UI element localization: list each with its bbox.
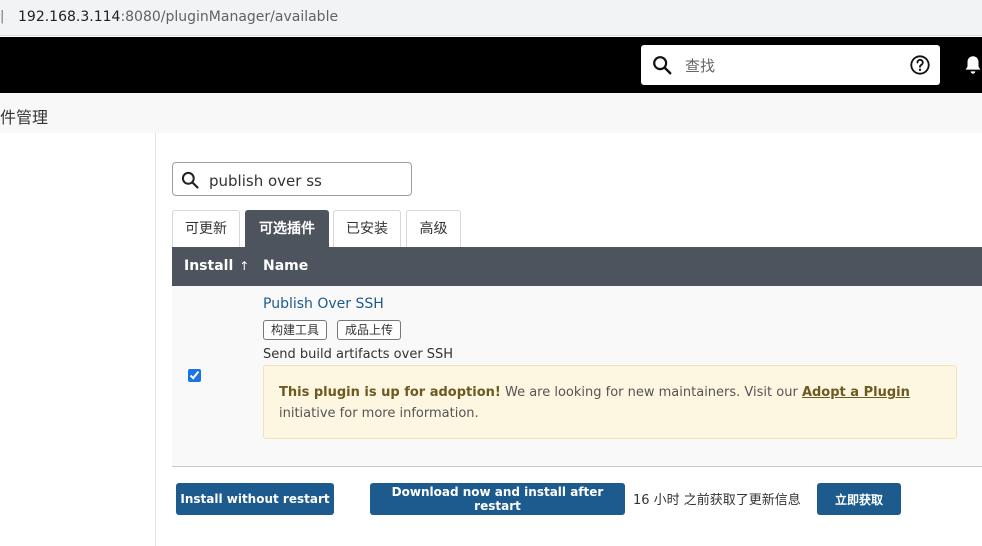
breadcrumb-bar: 件管理 bbox=[0, 93, 982, 133]
sort-arrow-icon: ↑ bbox=[239, 259, 250, 273]
adopt-a-plugin-link[interactable]: Adopt a Plugin bbox=[802, 385, 910, 400]
plugin-table-header: Install ↑ Name bbox=[172, 247, 982, 286]
help-icon[interactable] bbox=[909, 54, 931, 76]
browser-address-bar[interactable]: | 192.168.3.114:8080/pluginManager/avail… bbox=[0, 0, 982, 36]
table-row: Publish Over SSH 构建工具 成品上传 Send build ar… bbox=[172, 286, 982, 467]
url-path: :8080/pluginManager/available bbox=[120, 9, 339, 25]
search-icon bbox=[653, 56, 672, 75]
plugin-tag[interactable]: 构建工具 bbox=[263, 320, 328, 340]
side-panel bbox=[0, 133, 156, 546]
name-column-header[interactable]: Name bbox=[263, 258, 308, 274]
url-host: 192.168.3.114 bbox=[18, 9, 121, 25]
plugin-filter-input[interactable] bbox=[207, 169, 406, 193]
tab-available[interactable]: 可选插件 bbox=[245, 210, 329, 247]
address-separator: | bbox=[0, 9, 5, 24]
adoption-tail: initiative for more information. bbox=[279, 406, 479, 421]
search-icon bbox=[181, 171, 199, 189]
plugin-description: Send build artifacts over SSH bbox=[263, 347, 454, 362]
tab-updates[interactable]: 可更新 bbox=[172, 210, 240, 247]
install-without-restart-button[interactable]: Install without restart bbox=[176, 483, 334, 515]
tab-installed[interactable]: 已安装 bbox=[333, 210, 401, 247]
url-text[interactable]: 192.168.3.114:8080/pluginManager/availab… bbox=[18, 9, 338, 25]
plugin-name-link[interactable]: Publish Over SSH bbox=[263, 296, 384, 312]
global-search-box[interactable] bbox=[641, 45, 940, 85]
top-header bbox=[0, 37, 982, 93]
adoption-notice: This plugin is up for adoption! We are l… bbox=[263, 365, 957, 439]
adoption-text: We are looking for new maintainers. Visi… bbox=[500, 385, 802, 400]
install-column-header[interactable]: Install ↑ bbox=[184, 258, 249, 274]
install-checkbox[interactable] bbox=[188, 369, 201, 382]
download-install-after-restart-button[interactable]: Download now and install after restart bbox=[370, 483, 625, 515]
tab-advanced[interactable]: 高级 bbox=[406, 210, 461, 247]
check-now-button[interactable]: 立即获取 bbox=[817, 483, 901, 515]
page-title: 件管理 bbox=[0, 108, 49, 127]
plugin-filter[interactable] bbox=[172, 162, 412, 196]
adoption-heading: This plugin is up for adoption! bbox=[279, 385, 501, 400]
update-status-text: 16 小时 之前获取了更新信息 bbox=[633, 493, 801, 508]
global-search-input[interactable] bbox=[683, 53, 887, 79]
bell-icon[interactable] bbox=[962, 54, 982, 76]
plugin-tag[interactable]: 成品上传 bbox=[337, 320, 402, 340]
